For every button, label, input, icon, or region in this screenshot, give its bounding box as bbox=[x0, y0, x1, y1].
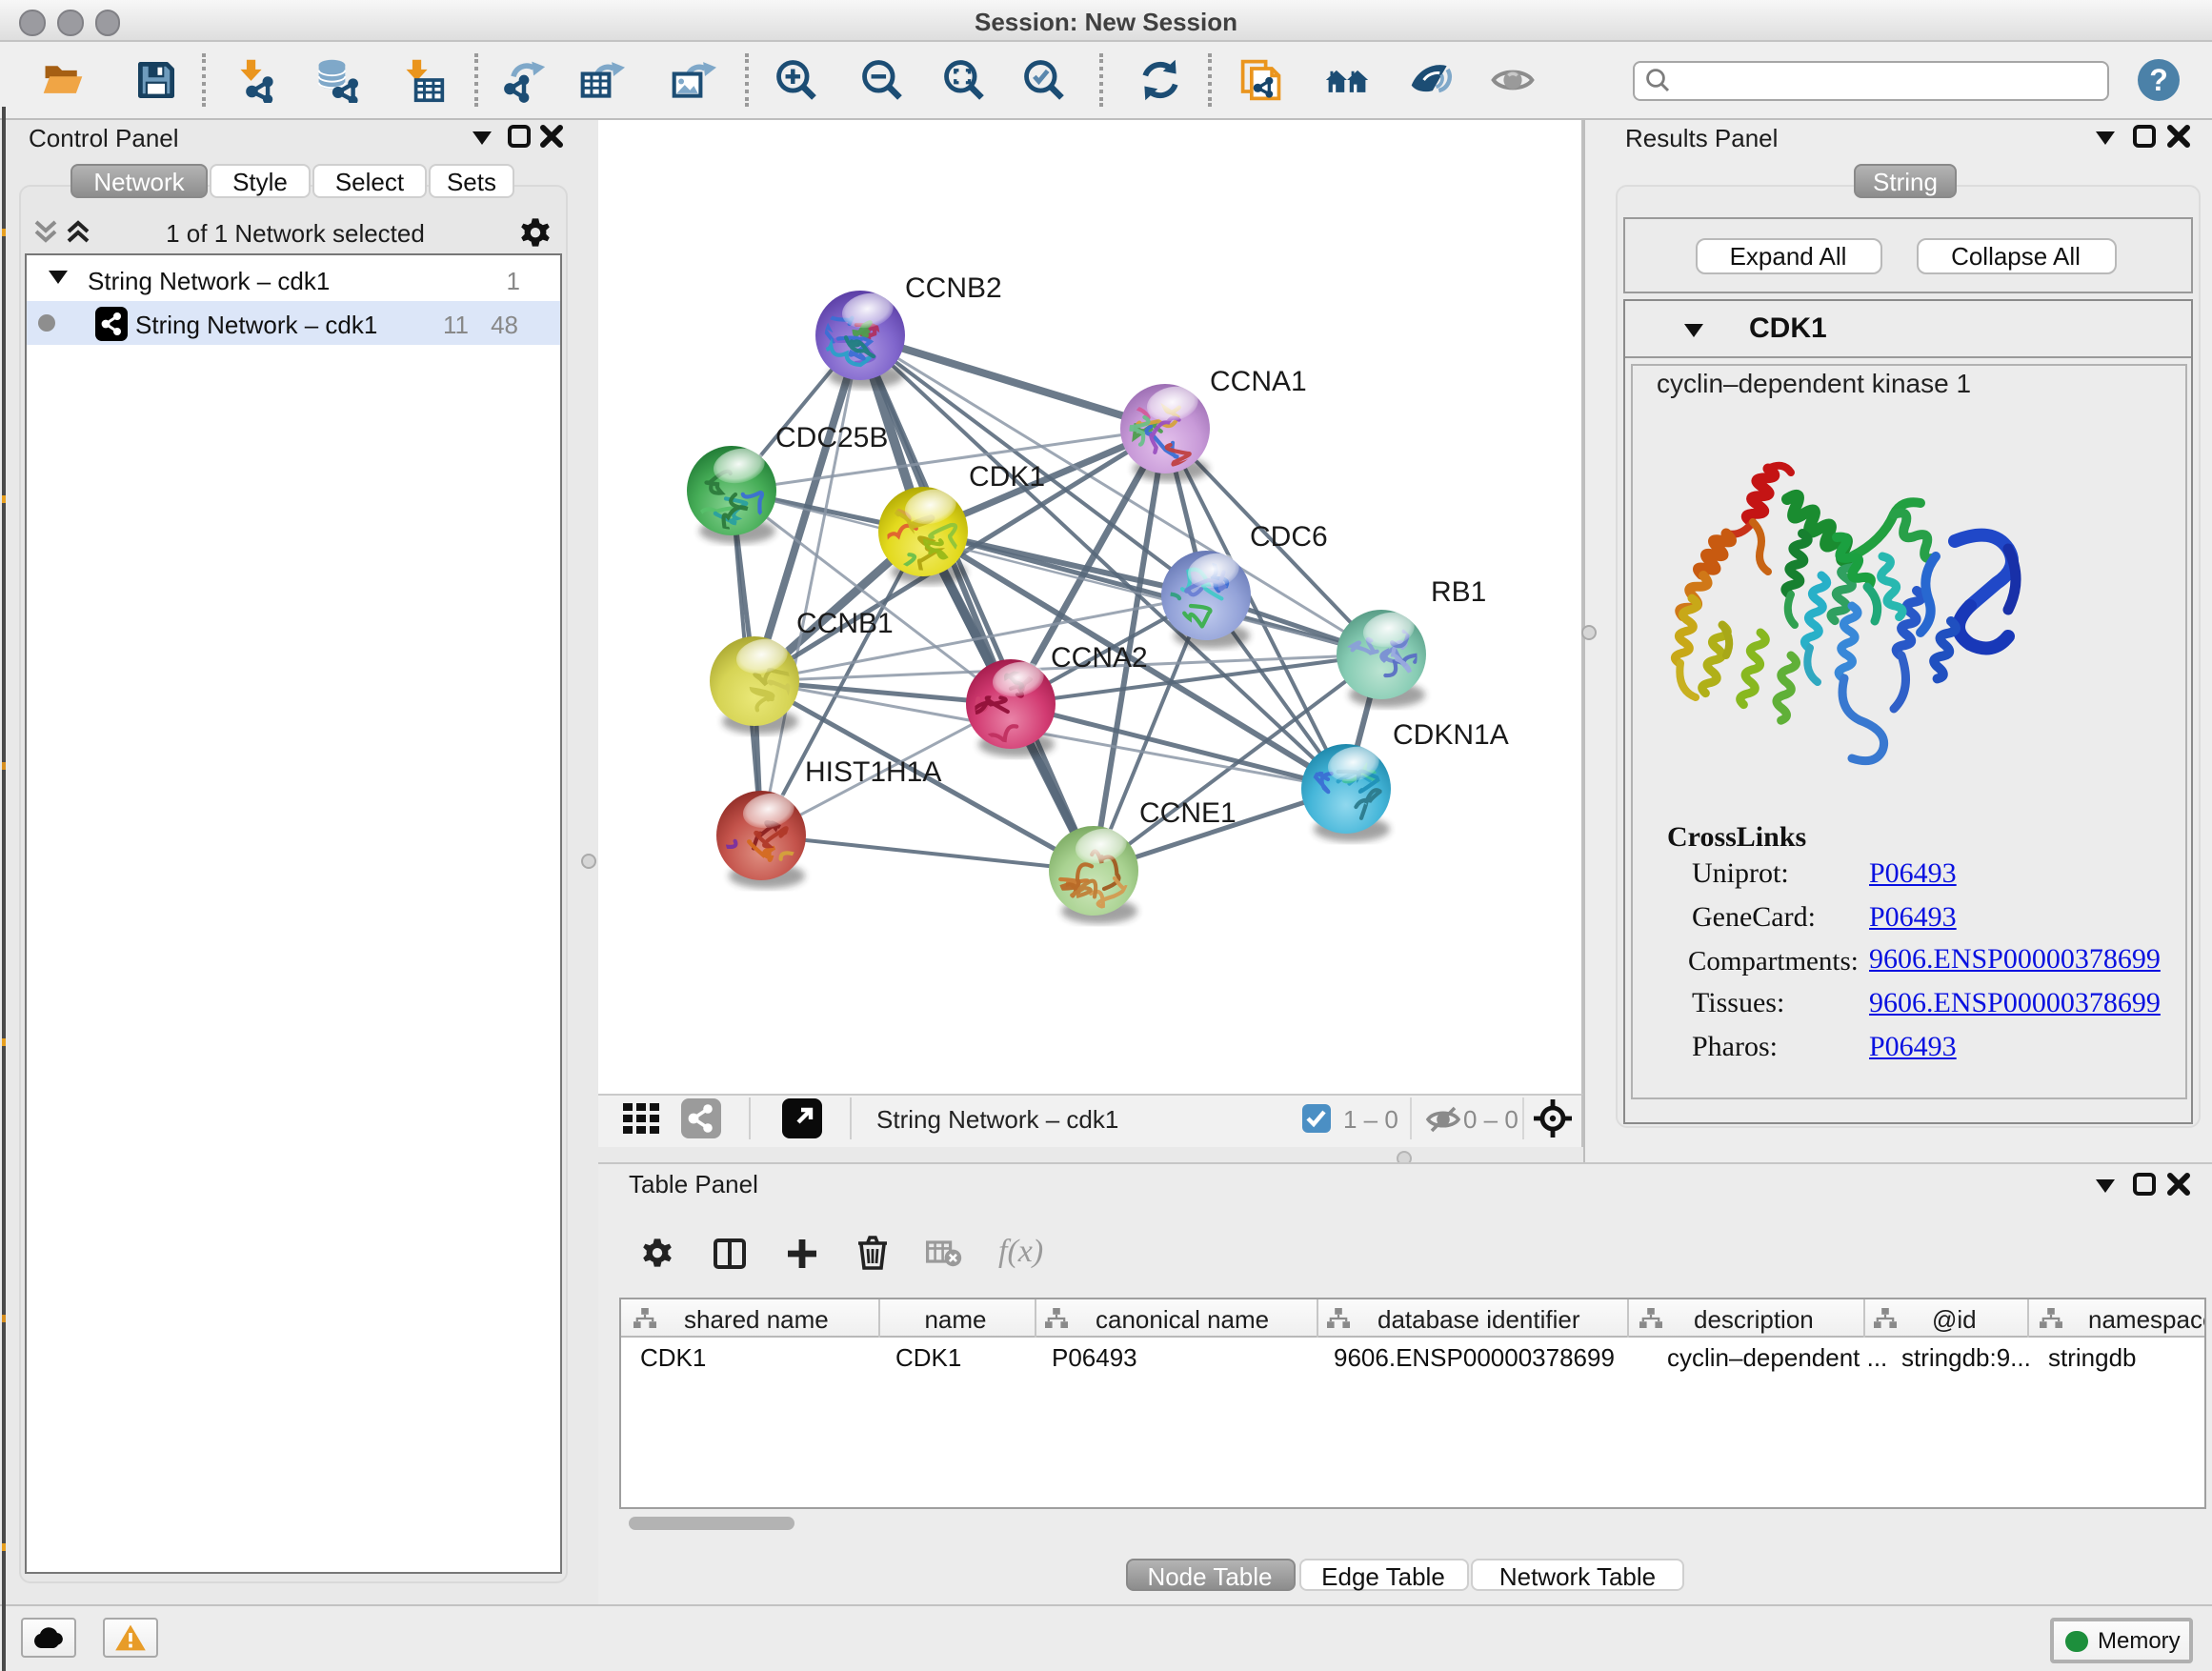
svg-text:CDK1: CDK1 bbox=[969, 460, 1045, 492]
svg-text:CCNE1: CCNE1 bbox=[1139, 796, 1237, 828]
svg-text:RB1: RB1 bbox=[1431, 575, 1486, 607]
svg-text:CCNB1: CCNB1 bbox=[796, 607, 894, 638]
svg-text:CCNA1: CCNA1 bbox=[1210, 365, 1307, 396]
svg-text:CDC25B: CDC25B bbox=[775, 421, 888, 453]
svg-text:HIST1H1A: HIST1H1A bbox=[805, 755, 941, 787]
svg-text:CCNB2: CCNB2 bbox=[905, 272, 1002, 303]
svg-text:CCNA2: CCNA2 bbox=[1051, 641, 1148, 673]
svg-text:?: ? bbox=[2149, 63, 2168, 97]
svg-text:CDC6: CDC6 bbox=[1250, 520, 1328, 552]
svg-text:CDKN1A: CDKN1A bbox=[1393, 718, 1509, 750]
